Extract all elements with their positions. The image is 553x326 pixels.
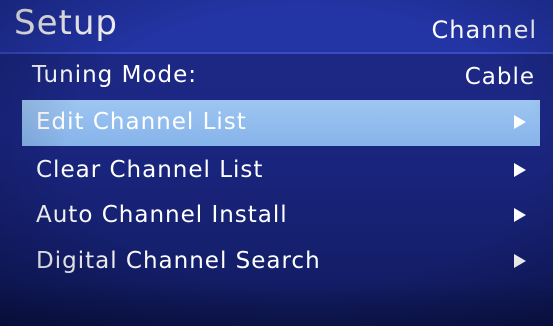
tuning-mode-value: Cable bbox=[464, 64, 535, 90]
tv-setup-menu: Setup Channel Tuning Mode: Cable Edit Ch… bbox=[0, 0, 553, 326]
menu-item-label: Clear Channel List bbox=[36, 157, 264, 183]
tuning-mode-label: Tuning Mode: bbox=[32, 62, 198, 88]
menu-item-label: Auto Channel Install bbox=[36, 202, 288, 228]
menu-header: Setup Channel bbox=[0, 0, 553, 54]
arrow-right-icon bbox=[514, 115, 526, 129]
menu-title: Setup bbox=[14, 3, 118, 43]
menu-item-digital-channel-search[interactable]: Digital Channel Search bbox=[22, 239, 540, 285]
menu-item-label: Digital Channel Search bbox=[36, 248, 321, 274]
arrow-right-icon bbox=[514, 254, 526, 268]
menu-item-label: Edit Channel List bbox=[36, 109, 247, 135]
menu-item-auto-channel-install[interactable]: Auto Channel Install bbox=[22, 193, 540, 239]
arrow-right-icon bbox=[514, 208, 526, 222]
menu-section-name: Channel bbox=[431, 16, 537, 44]
menu-item-edit-channel-list[interactable]: Edit Channel List bbox=[22, 100, 540, 146]
menu-footer-band bbox=[0, 284, 553, 326]
tuning-mode-row[interactable]: Tuning Mode: Cable bbox=[0, 54, 553, 100]
arrow-right-icon bbox=[514, 163, 526, 177]
menu-item-clear-channel-list[interactable]: Clear Channel List bbox=[22, 148, 540, 194]
